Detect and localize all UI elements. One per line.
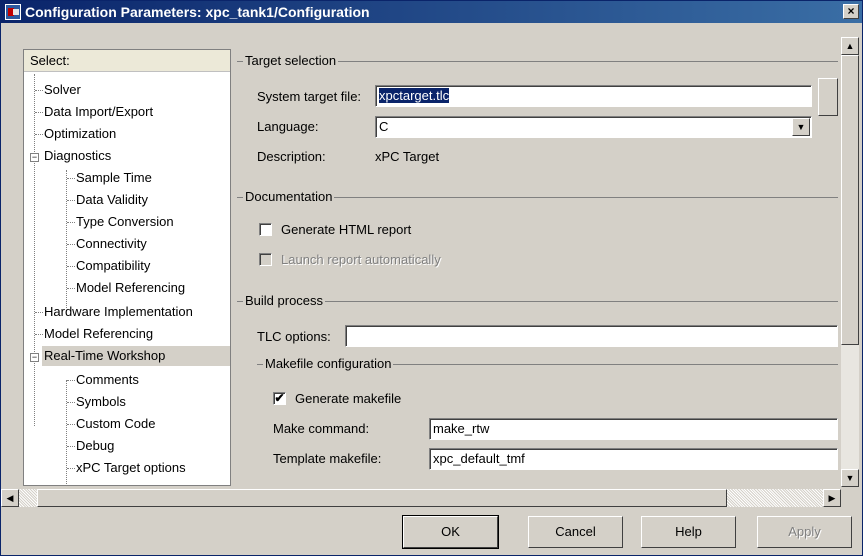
tree-branch <box>67 380 75 381</box>
tree-item-custom-code[interactable]: Custom Code <box>76 414 155 434</box>
settings-pane: Target selection System target file: xpc… <box>237 37 838 487</box>
tree-branch <box>35 112 43 113</box>
tree-item-data-validity[interactable]: Data Validity <box>76 190 148 210</box>
tree-branch <box>67 222 75 223</box>
collapse-diagnostics-icon[interactable]: − <box>30 153 39 162</box>
launch-report-label: Launch report automatically <box>281 252 441 267</box>
documentation-title: Documentation <box>243 189 335 205</box>
tree-connector <box>66 380 67 485</box>
description-value: xPC Target <box>375 149 440 164</box>
tree-branch <box>67 266 75 267</box>
tree-branch <box>67 178 75 179</box>
tree-item-real-time-workshop[interactable]: Real-Time Workshop <box>42 346 230 366</box>
tree-branch <box>67 244 75 245</box>
horizontal-scrollbar[interactable] <box>19 489 841 507</box>
make-command-field[interactable]: make_rtw <box>429 418 838 440</box>
vertical-scroll-thumb[interactable] <box>841 55 859 345</box>
tree-item-debug[interactable]: Debug <box>76 436 114 456</box>
collapse-rtw-icon[interactable]: − <box>30 353 39 362</box>
tree-item-data-import-export[interactable]: Data Import/Export <box>44 102 153 122</box>
dropdown-arrow-icon[interactable]: ▼ <box>792 118 810 136</box>
help-button[interactable]: Help <box>641 516 736 548</box>
tree-branch <box>35 312 43 313</box>
scroll-up-icon[interactable]: ▲ <box>841 37 859 55</box>
tree-item-model-referencing[interactable]: Model Referencing <box>44 324 153 344</box>
horizontal-scroll-thumb[interactable] <box>37 489 727 507</box>
template-makefile-field[interactable]: xpc_default_tmf <box>429 448 838 470</box>
config-dialog: Configuration Parameters: xpc_tank1/Conf… <box>0 0 863 556</box>
tlc-options-field[interactable] <box>345 325 838 347</box>
tree-branch <box>67 402 75 403</box>
build-process-group: Build process TLC options: Makefile conf… <box>237 293 838 487</box>
target-selection-title: Target selection <box>243 53 339 69</box>
cancel-button[interactable]: Cancel <box>528 516 623 548</box>
generate-makefile-checkbox[interactable]: ✔ <box>273 392 286 405</box>
tree-item-diagnostics[interactable]: Diagnostics <box>44 146 111 166</box>
launch-report-checkbox <box>259 253 272 266</box>
tree-item-hardware-implementation[interactable]: Hardware Implementation <box>44 302 193 322</box>
tree-branch <box>67 288 75 289</box>
close-icon[interactable]: × <box>843 4 859 19</box>
tree-branch <box>35 334 43 335</box>
scroll-right-icon[interactable]: ▶ <box>823 489 841 507</box>
generate-html-label: Generate HTML report <box>281 222 412 237</box>
tree-header: Select: <box>24 50 230 72</box>
system-target-file-label: System target file: <box>257 89 362 104</box>
tree-item-connectivity[interactable]: Connectivity <box>76 234 147 254</box>
scroll-down-icon[interactable]: ▼ <box>841 469 859 487</box>
tree-branch <box>67 424 75 425</box>
title-bar[interactable]: Configuration Parameters: xpc_tank1/Conf… <box>1 1 862 23</box>
tree-connector <box>34 74 35 426</box>
template-makefile-label: Template makefile: <box>273 451 382 466</box>
description-label: Description: <box>257 149 326 164</box>
simulink-app-icon <box>5 4 21 20</box>
browse-button[interactable] <box>818 78 838 116</box>
documentation-group: Documentation Generate HTML report Launc… <box>237 189 838 298</box>
tree-item-type-conversion[interactable]: Type Conversion <box>76 212 174 232</box>
system-target-file-value: xpctarget.tlc <box>379 88 450 103</box>
tree-branch <box>35 90 43 91</box>
tree-item-solver[interactable]: Solver <box>44 80 81 100</box>
window-title: Configuration Parameters: xpc_tank1/Conf… <box>25 4 370 20</box>
makefile-config-title: Makefile configuration <box>263 356 394 372</box>
tree-branch <box>67 200 75 201</box>
system-target-file-field[interactable]: xpctarget.tlc <box>375 85 812 107</box>
tree-item-diagnostics-model-referencing[interactable]: Model Referencing <box>76 278 185 298</box>
tree-item-compatibility[interactable]: Compatibility <box>76 256 150 276</box>
makefile-config-group: Makefile configuration ✔ Generate makefi… <box>257 356 838 487</box>
language-label: Language: <box>257 119 319 134</box>
generate-html-checkbox[interactable] <box>259 223 272 236</box>
tree-item-sample-time[interactable]: Sample Time <box>76 168 152 188</box>
tree-branch <box>35 134 43 135</box>
generate-makefile-label: Generate makefile <box>295 391 402 406</box>
vertical-scrollbar[interactable]: ▲ ▼ <box>841 37 859 487</box>
make-command-label: Make command: <box>273 421 370 436</box>
language-select[interactable]: C <box>375 116 812 138</box>
tree-item-comments[interactable]: Comments <box>76 370 139 390</box>
scroll-left-icon[interactable]: ◀ <box>1 489 19 507</box>
ok-button[interactable]: OK <box>402 515 499 549</box>
settings-tree: Select: Solver Data Import/Export Optimi… <box>23 49 231 486</box>
tree-item-optimization[interactable]: Optimization <box>44 124 116 144</box>
build-process-title: Build process <box>243 293 326 309</box>
tree-branch <box>67 468 75 469</box>
tree-item-xpc-target-options[interactable]: xPC Target options <box>76 458 186 478</box>
tree-item-symbols[interactable]: Symbols <box>76 392 126 412</box>
tree-branch <box>67 446 75 447</box>
apply-button[interactable]: Apply <box>757 516 852 548</box>
target-selection-group: Target selection System target file: xpc… <box>237 53 838 184</box>
language-value: C <box>379 119 389 134</box>
tlc-options-label: TLC options: <box>257 329 331 344</box>
